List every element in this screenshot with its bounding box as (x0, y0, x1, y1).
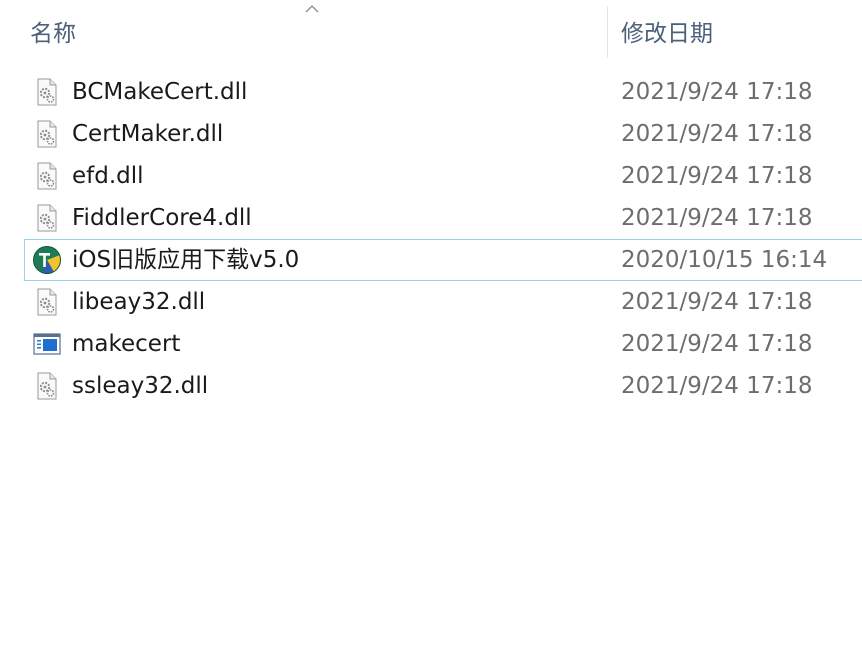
file-row[interactable]: efd.dll 2021/9/24 17:18 (0, 155, 862, 197)
file-name: BCMakeCert.dll (72, 79, 248, 105)
dll-gear-icon (37, 78, 57, 106)
file-date-modified: 2021/9/24 17:18 (621, 205, 813, 231)
app-logo-icon (33, 246, 61, 274)
dll-gear-icon (37, 120, 57, 148)
file-date-modified: 2021/9/24 17:18 (621, 79, 813, 105)
file-date-modified: 2021/9/24 17:18 (621, 121, 813, 147)
dll-gear-icon (37, 372, 57, 400)
column-header-bar: 名称 修改日期 (0, 0, 862, 62)
file-name: makecert (72, 331, 181, 357)
file-name: libeay32.dll (72, 289, 206, 315)
file-row[interactable]: libeay32.dll 2021/9/24 17:18 (0, 281, 862, 323)
file-date-modified: 2021/9/24 17:18 (621, 373, 813, 399)
file-name: CertMaker.dll (72, 121, 224, 147)
dll-gear-icon (37, 204, 57, 232)
file-date-modified: 2021/9/24 17:18 (621, 289, 813, 315)
file-row[interactable]: FiddlerCore4.dll 2021/9/24 17:18 (0, 197, 862, 239)
name-column-label: 名称 (30, 21, 76, 47)
file-row[interactable]: CertMaker.dll 2021/9/24 17:18 (0, 113, 862, 155)
file-date-modified: 2021/9/24 17:18 (621, 163, 813, 189)
file-explorer-view: 名称 修改日期 BCMakeCert.dll 2021/9/24 17:18 C… (0, 0, 862, 672)
name-column-header[interactable]: 名称 (30, 0, 600, 62)
file-date-modified: 2021/9/24 17:18 (621, 331, 813, 357)
executable-window-icon (33, 333, 61, 355)
file-date-modified: 2020/10/15 16:14 (621, 247, 828, 273)
file-name: FiddlerCore4.dll (72, 205, 252, 231)
file-name: efd.dll (72, 163, 144, 189)
date-modified-column-header[interactable]: 修改日期 (621, 0, 851, 62)
file-name: iOS旧版应用下载v5.0 (72, 247, 300, 273)
file-name: ssleay32.dll (72, 373, 209, 399)
file-row[interactable]: BCMakeCert.dll 2021/9/24 17:18 (0, 71, 862, 113)
dll-gear-icon (37, 162, 57, 190)
file-list: BCMakeCert.dll 2021/9/24 17:18 CertMaker… (0, 71, 862, 407)
column-divider[interactable] (607, 6, 608, 58)
dll-gear-icon (37, 288, 57, 316)
file-row[interactable]: ssleay32.dll 2021/9/24 17:18 (0, 365, 862, 407)
date-modified-column-label: 修改日期 (621, 21, 713, 47)
file-row[interactable]: iOS旧版应用下载v5.0 2020/10/15 16:14 (0, 239, 862, 281)
file-row[interactable]: makecert 2021/9/24 17:18 (0, 323, 862, 365)
